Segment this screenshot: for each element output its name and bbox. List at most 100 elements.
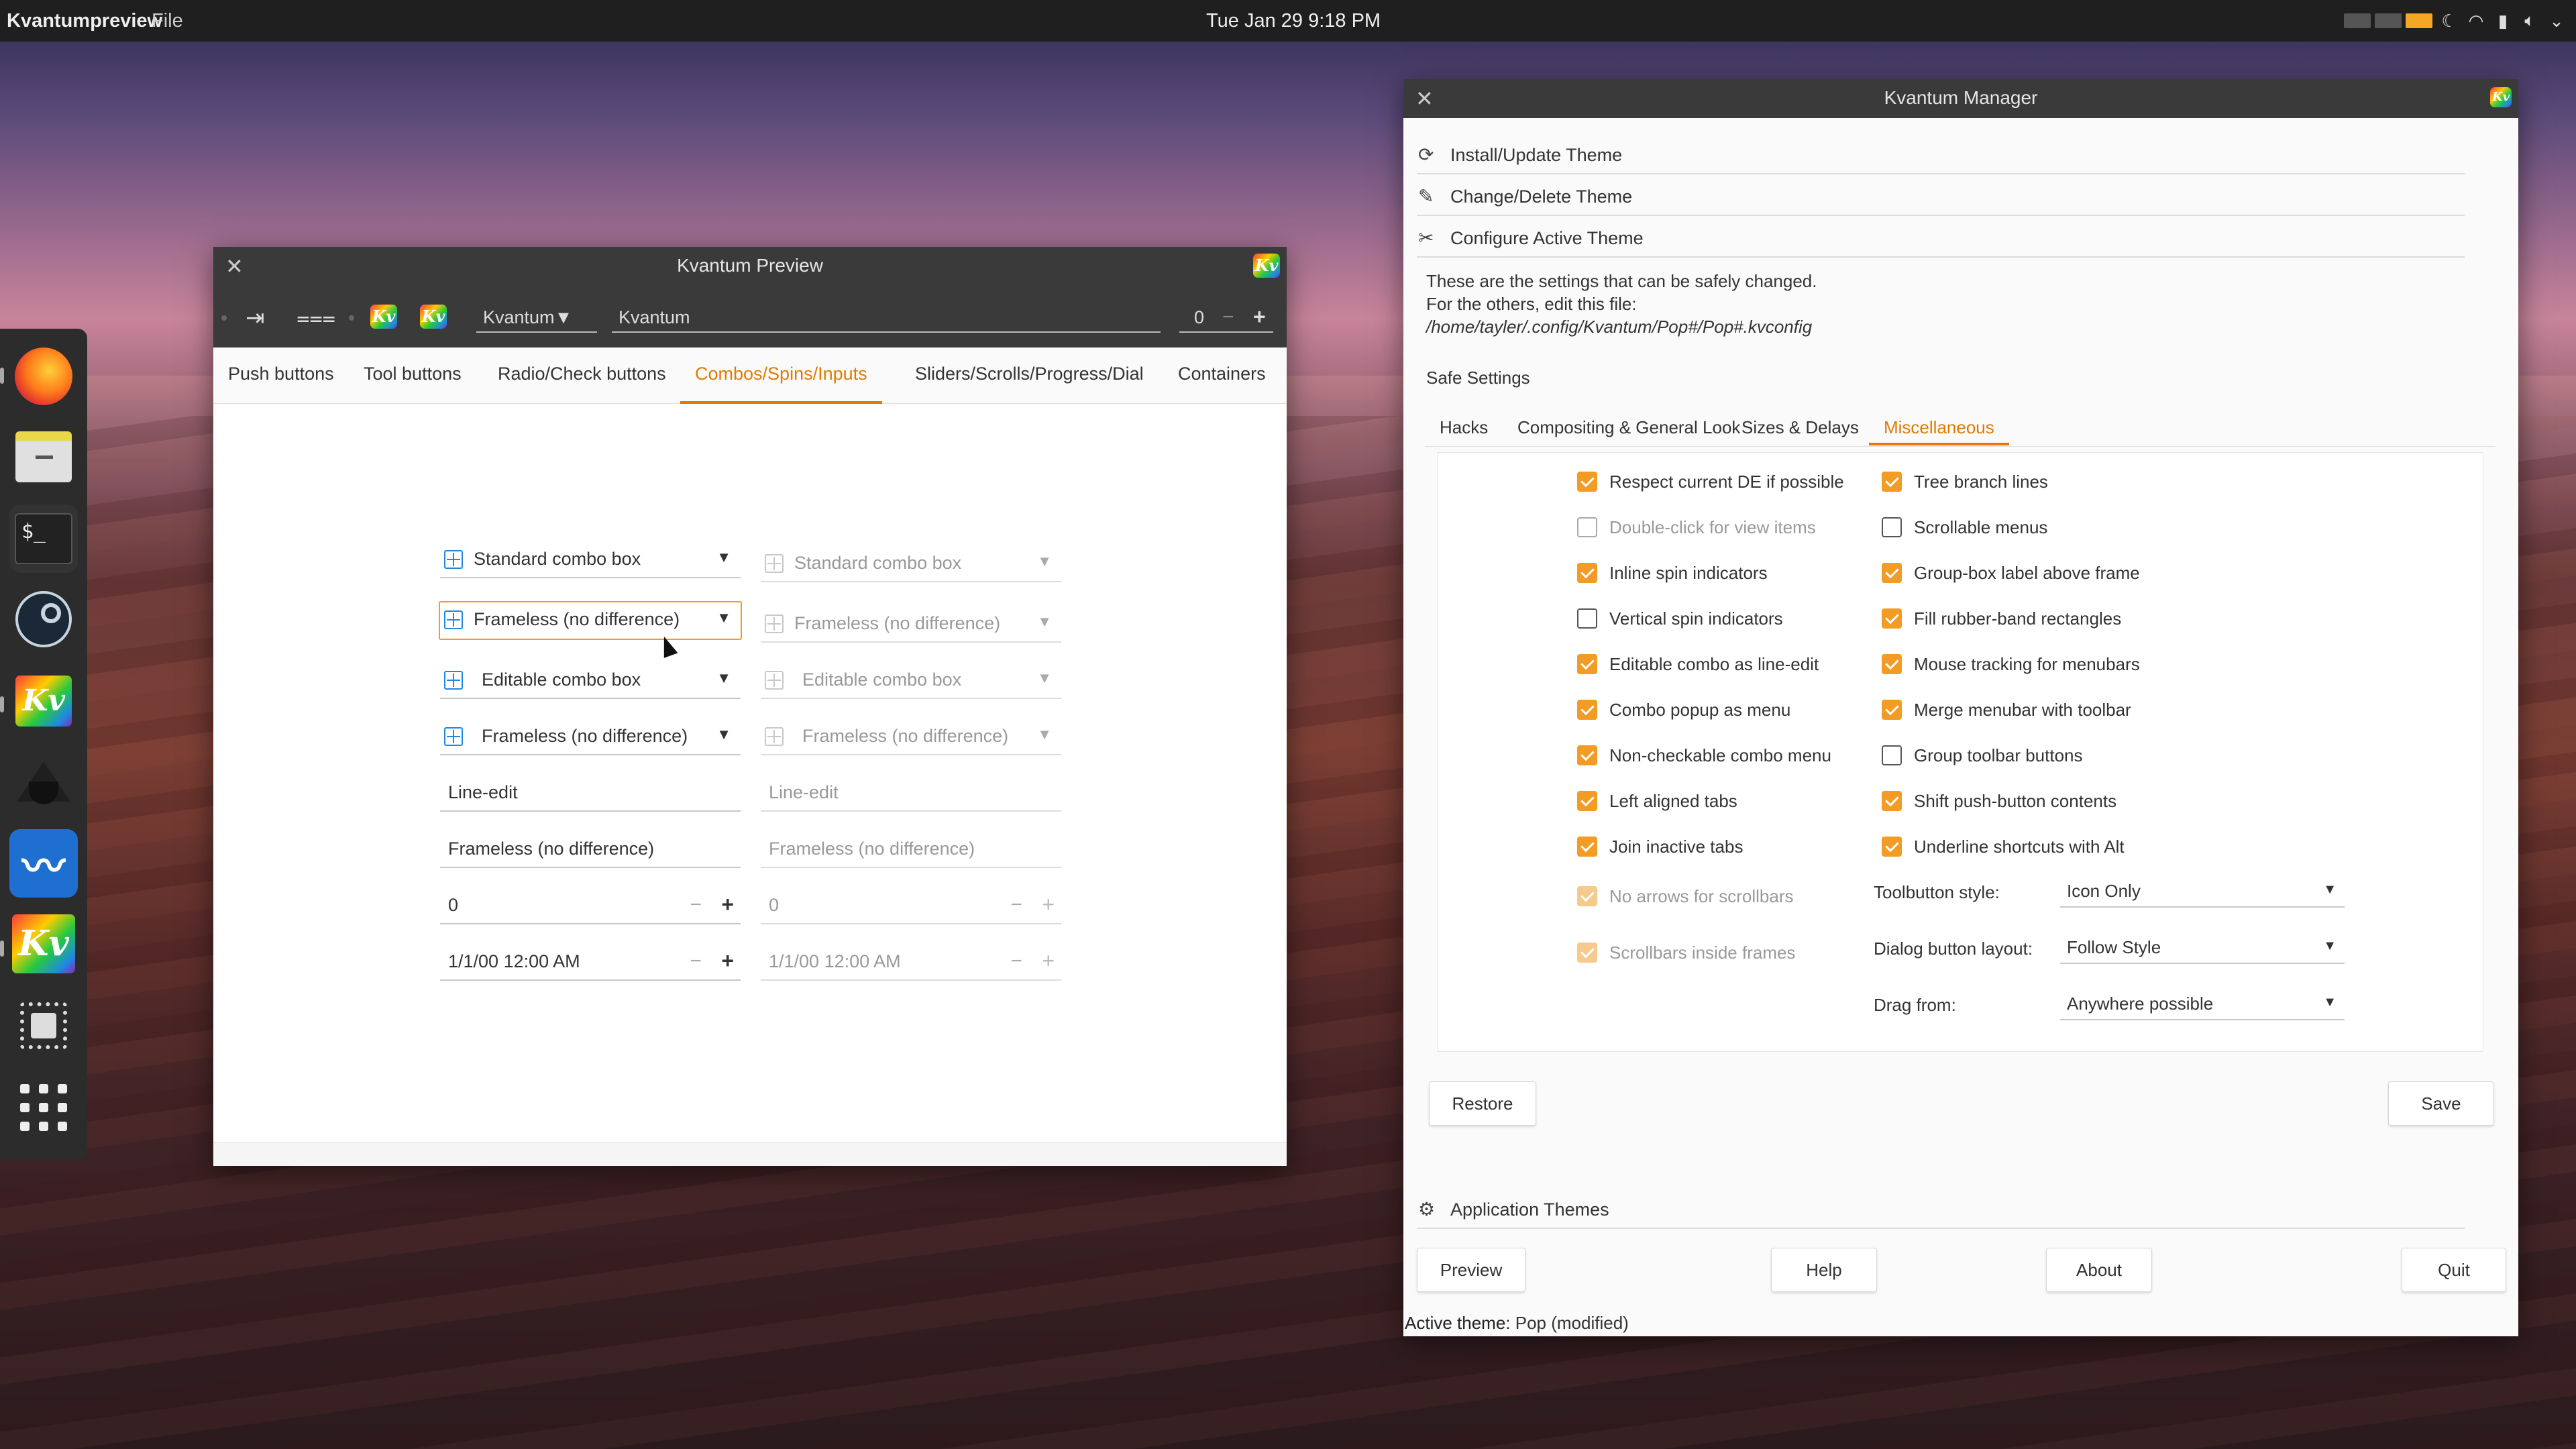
tab-compositing[interactable]: Compositing & General Look xyxy=(1503,411,1755,445)
clock[interactable]: Tue Jan 29 9:18 PM xyxy=(1206,10,1381,32)
toolbar-handle[interactable] xyxy=(221,315,227,321)
checkbox-box[interactable] xyxy=(1577,745,1597,765)
frameless-editable-combo-box[interactable]: Frameless (no difference) ▼ xyxy=(440,719,741,755)
wifi-icon[interactable]: ◠ xyxy=(2466,11,2486,32)
editable-combo-box[interactable]: Editable combo box ▼ xyxy=(440,663,741,699)
battery-icon[interactable]: ▮ xyxy=(2493,11,2513,32)
title-bar[interactable]: ✕ Kvantum Preview Kv xyxy=(213,247,1287,286)
checkbox-box[interactable] xyxy=(1577,472,1597,492)
checkbox-box[interactable] xyxy=(1577,700,1597,720)
dialog-button-layout-select[interactable]: Follow Style ▼ xyxy=(2060,933,2345,964)
text-direction-icon[interactable]: ⩶ xyxy=(297,305,335,331)
chevron-down-icon[interactable]: ⌄ xyxy=(2546,11,2567,32)
checkbox-label: Join inactive tabs xyxy=(1609,837,1743,857)
steam-icon[interactable] xyxy=(9,585,78,653)
tab-hacks[interactable]: Hacks xyxy=(1425,411,1503,445)
drag-from-select[interactable]: Anywhere possible ▼ xyxy=(2060,989,2345,1020)
file-menu[interactable]: File xyxy=(152,10,183,32)
toolbutton-style-select[interactable]: Icon Only ▼ xyxy=(2060,877,2345,908)
files-icon[interactable] xyxy=(9,423,78,491)
checkbox-box[interactable] xyxy=(1882,745,1902,765)
spin-minus-button[interactable]: − xyxy=(690,950,702,973)
toolbar-line-edit[interactable]: Kvantum xyxy=(612,302,1161,333)
tab-sliders-scrolls[interactable]: Sliders/Scrolls/Progress/Dial xyxy=(900,347,1159,404)
chevron-down-icon: ▼ xyxy=(716,726,731,743)
top-panel: Kvantumpreview File Tue Jan 29 9:18 PM ☾… xyxy=(0,0,2576,42)
spin-plus-button[interactable]: + xyxy=(721,949,734,973)
workspace-3[interactable] xyxy=(2406,13,2432,28)
kvantum-icon[interactable]: Kv xyxy=(370,305,397,329)
about-button[interactable]: About xyxy=(2046,1248,2152,1292)
combo-item-icon xyxy=(765,671,784,690)
spin-plus-button[interactable]: + xyxy=(1253,305,1266,329)
checkbox-box[interactable] xyxy=(1577,654,1597,674)
checkbox-label: Non-checkable combo menu xyxy=(1609,745,1831,765)
tab-containers[interactable]: Containers xyxy=(1163,347,1281,404)
dock: $_ Kv 〰 Kv xyxy=(0,329,87,1161)
workspace-1[interactable] xyxy=(2344,13,2371,28)
app-grid-icon[interactable] xyxy=(9,1073,78,1142)
section-install-update-theme[interactable]: ⟳ Install/Update Theme xyxy=(1417,134,2505,174)
quit-button[interactable]: Quit xyxy=(2402,1248,2506,1292)
night-light-icon[interactable]: ☾ xyxy=(2439,11,2459,32)
preview-button[interactable]: Preview xyxy=(1417,1248,1525,1292)
tab-tool-buttons[interactable]: Tool buttons xyxy=(349,347,476,404)
firefox-icon[interactable] xyxy=(9,342,78,411)
select-value: Anywhere possible xyxy=(2067,994,2214,1014)
combo-value: Editable combo box xyxy=(802,669,962,690)
checkbox-box[interactable] xyxy=(1882,791,1902,811)
standard-combo-box[interactable]: Standard combo box ▼ xyxy=(440,542,741,578)
toolbar-spinbox[interactable]: 0 − + xyxy=(1179,302,1273,333)
kvantum-manager-window: ✕ Kvantum Manager Kv ⟳ Install/Update The… xyxy=(1403,79,2518,1336)
import-icon[interactable]: ⇥ xyxy=(246,305,265,331)
workspace-2[interactable] xyxy=(2375,13,2402,28)
kvantum-manager-icon[interactable]: Kv xyxy=(9,910,78,978)
checkbox-box[interactable] xyxy=(1577,563,1597,583)
section-change-delete-theme[interactable]: ✎ Change/Delete Theme xyxy=(1417,176,2505,216)
checkbox-box[interactable] xyxy=(1577,791,1597,811)
spin-plus-button[interactable]: + xyxy=(721,892,734,917)
date-time-edit[interactable]: 1/1/00 12:00 AM − + xyxy=(440,945,741,981)
tab-radio-check-buttons[interactable]: Radio/Check buttons xyxy=(483,347,681,404)
checkbox-box[interactable] xyxy=(1882,563,1902,583)
workspace-switcher[interactable] xyxy=(2344,13,2432,28)
checkbox-box[interactable] xyxy=(1882,654,1902,674)
toolbar-combo[interactable]: Kvantum▼ xyxy=(476,302,597,333)
spin-box[interactable]: 0 − + xyxy=(440,888,741,924)
checkbox-box[interactable] xyxy=(1577,608,1597,629)
tab-miscellaneous[interactable]: Miscellaneous xyxy=(1869,411,2009,445)
title-bar[interactable]: ✕ Kvantum Manager Kv xyxy=(1403,79,2518,118)
kvantum-icon[interactable]: Kv xyxy=(9,667,78,735)
checkbox-box[interactable] xyxy=(1882,517,1902,537)
frameless-combo-box[interactable]: Frameless (no difference) ▼ xyxy=(439,601,742,640)
kvantum-icon-alt[interactable]: Kv xyxy=(420,305,447,329)
sound-editor-icon[interactable]: 〰 xyxy=(9,829,78,898)
spin-minus-button[interactable]: − xyxy=(1222,306,1234,329)
spin-minus-button[interactable]: − xyxy=(690,894,702,916)
checkbox-box[interactable] xyxy=(1882,472,1902,492)
checkbox-label: Fill rubber-band rectangles xyxy=(1914,608,2122,629)
combo-value: Frameless (no difference) xyxy=(802,726,1009,746)
checkbox-box[interactable] xyxy=(1882,608,1902,629)
frameless-line-edit[interactable]: Frameless (no difference) xyxy=(440,832,741,868)
save-button[interactable]: Save xyxy=(2388,1081,2494,1126)
tab-sizes-delays[interactable]: Sizes & Delays xyxy=(1727,411,1874,445)
checkbox-box[interactable] xyxy=(1577,837,1597,857)
frameless-combo-box-disabled: Frameless (no difference) ▼ xyxy=(761,606,1061,643)
active-app-name[interactable]: Kvantumpreview xyxy=(7,10,162,32)
volume-icon[interactable]: 🔈︎ xyxy=(2520,10,2540,32)
brush-icon: ✎ xyxy=(1418,186,1434,207)
line-edit[interactable]: Line-edit xyxy=(440,775,741,812)
cpu-monitor-icon[interactable] xyxy=(9,991,78,1060)
checkbox-box[interactable] xyxy=(1882,837,1902,857)
restore-button[interactable]: Restore xyxy=(1429,1081,1536,1126)
section-application-themes[interactable]: ⚙ Application Themes xyxy=(1417,1189,2505,1229)
terminal-icon[interactable]: $_ xyxy=(9,504,78,573)
help-button[interactable]: Help xyxy=(1771,1248,1877,1292)
section-configure-active-theme[interactable]: ✂ Configure Active Theme xyxy=(1417,217,2505,258)
combo-value: Editable combo box xyxy=(482,669,641,690)
tab-push-buttons[interactable]: Push buttons xyxy=(213,347,349,404)
tab-combos-spins-inputs[interactable]: Combos/Spins/Inputs xyxy=(680,347,882,404)
checkbox-box[interactable] xyxy=(1882,700,1902,720)
inkscape-icon[interactable] xyxy=(9,747,78,816)
